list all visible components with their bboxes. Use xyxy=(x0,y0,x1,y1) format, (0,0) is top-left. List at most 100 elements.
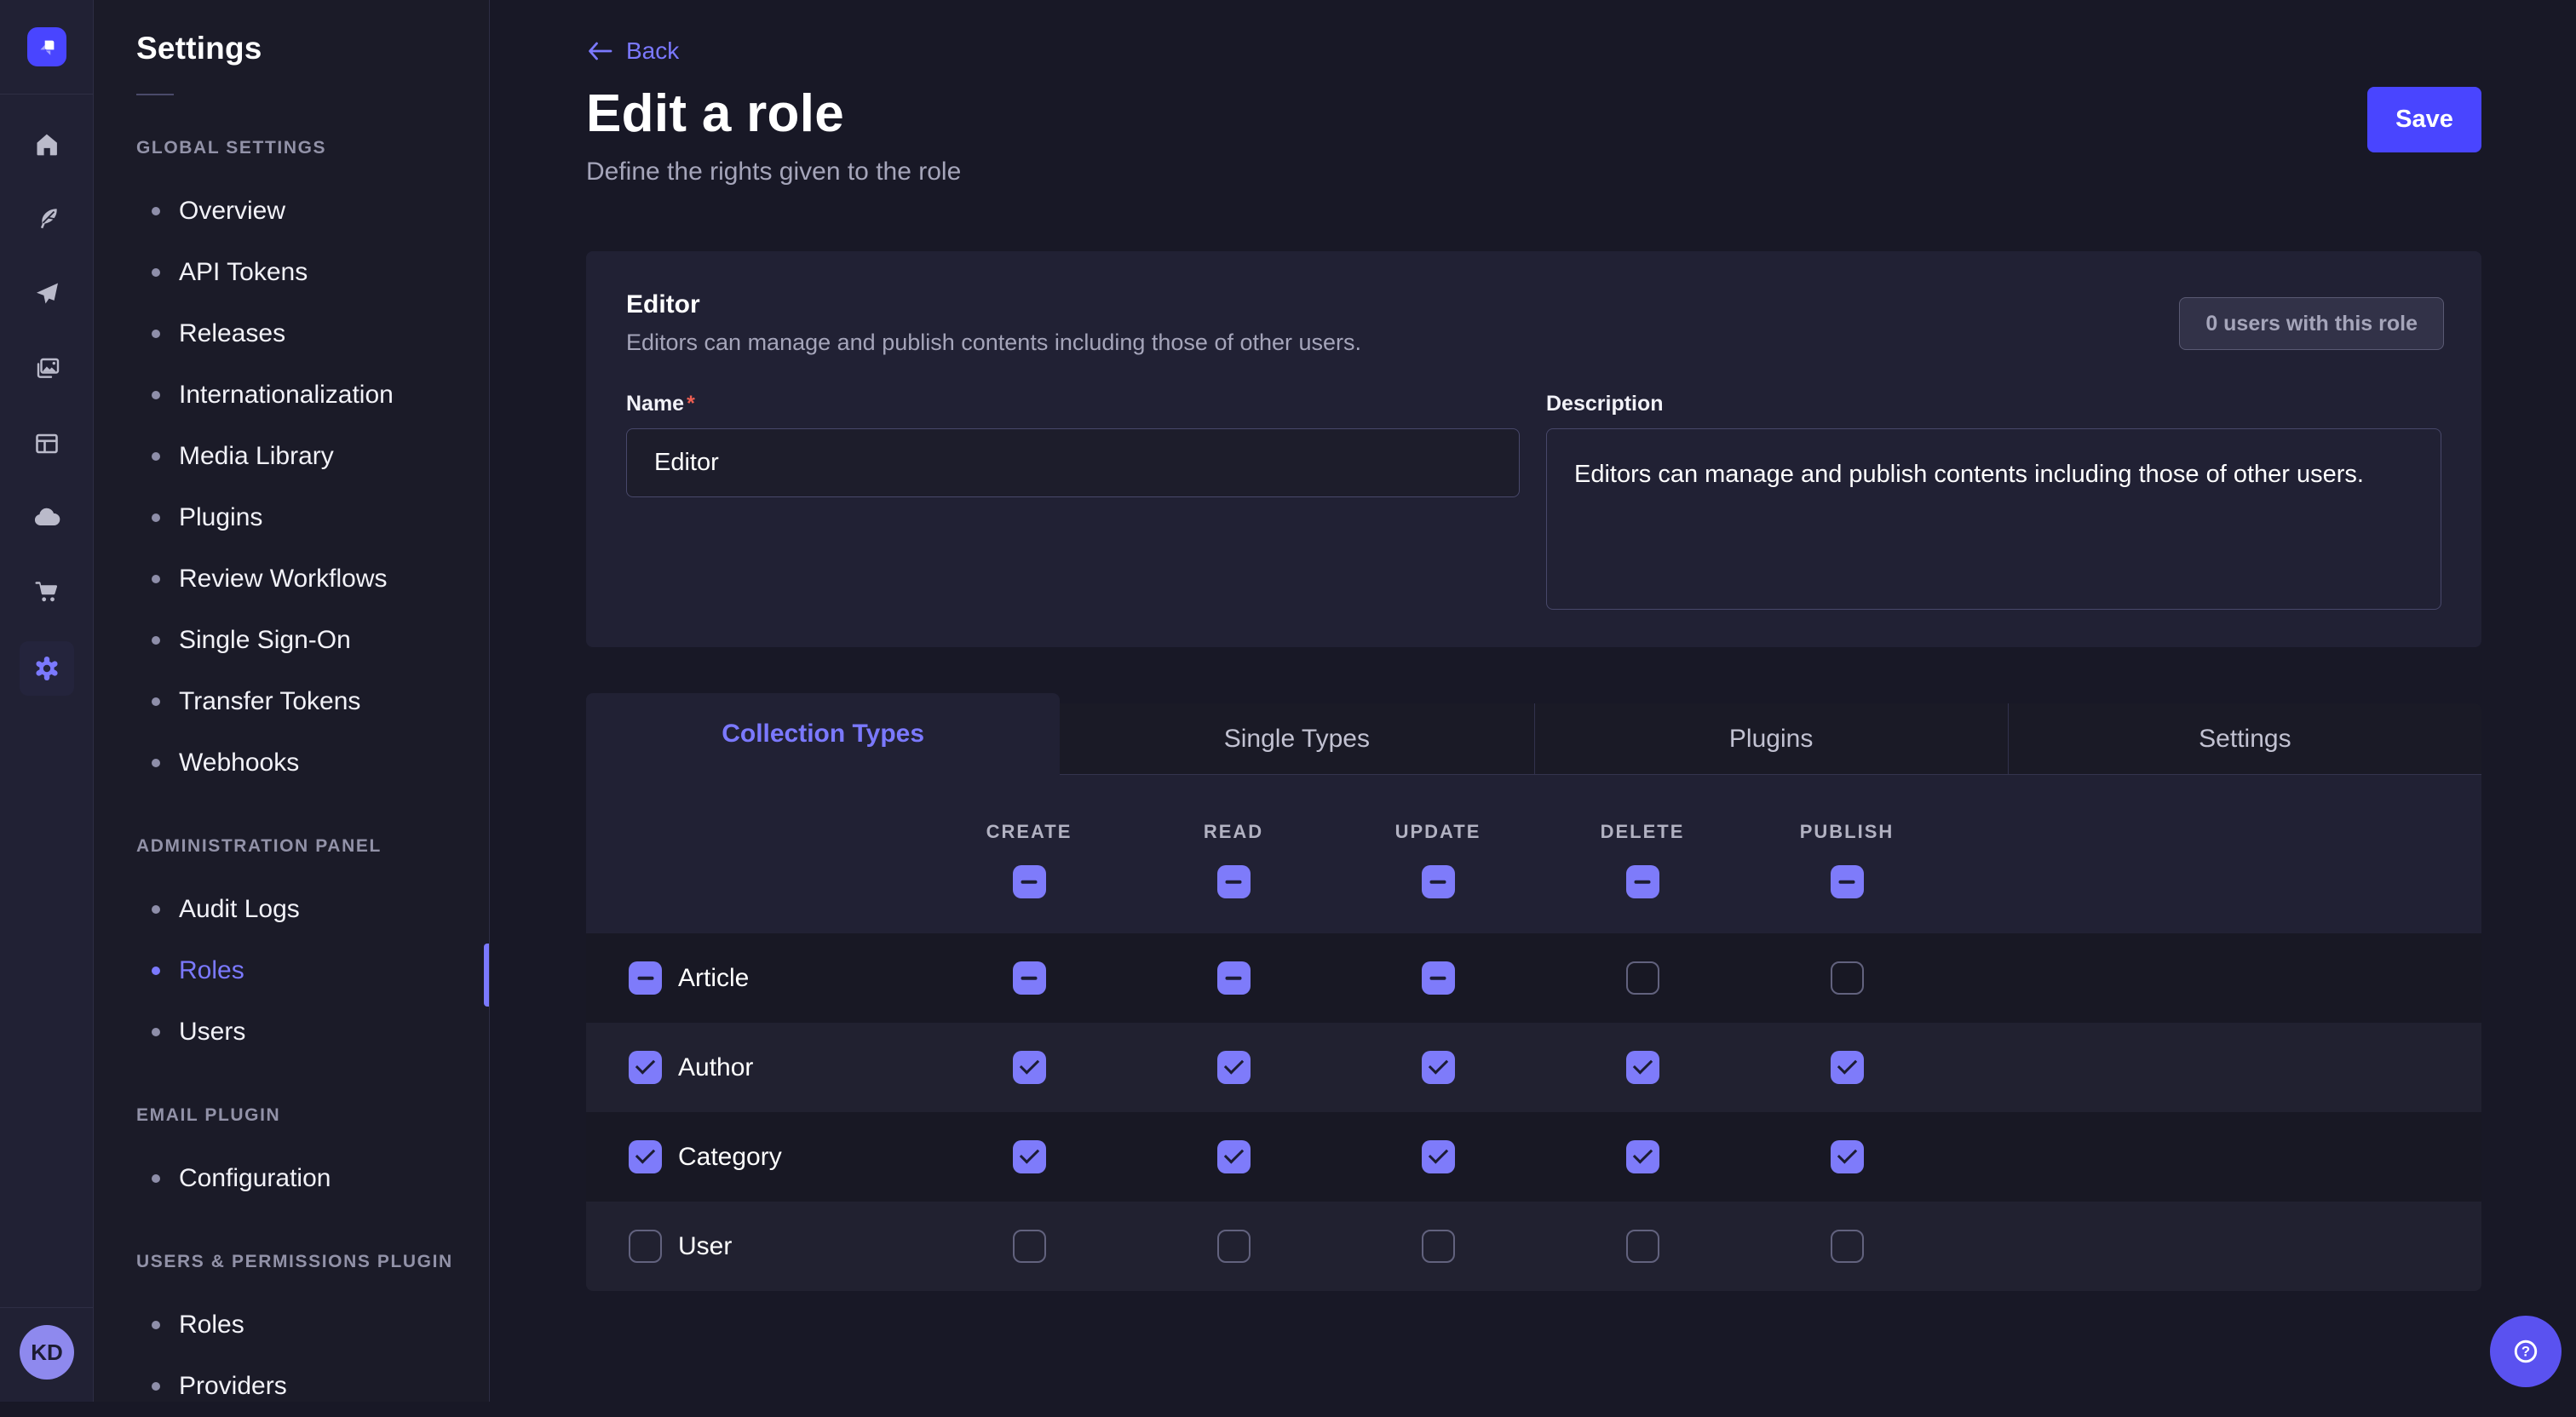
checkbox-user-publish[interactable] xyxy=(1831,1230,1864,1263)
active-item-indicator xyxy=(484,944,489,1007)
media-images-icon[interactable] xyxy=(20,341,74,396)
role-title: Editor xyxy=(626,290,1361,319)
checkbox-author-update[interactable] xyxy=(1422,1051,1455,1084)
checkbox-article-create[interactable] xyxy=(1013,961,1046,995)
checkbox-category-update[interactable] xyxy=(1422,1140,1455,1173)
row-label: Category xyxy=(678,1143,782,1172)
description-textarea[interactable]: Editors can manage and publish contents … xyxy=(1546,428,2441,610)
sidebar-item-roles-admin[interactable]: Roles xyxy=(136,940,489,1001)
sidebar-item-releases[interactable]: Releases xyxy=(136,303,489,364)
sidebar-item-media-library[interactable]: Media Library xyxy=(136,426,489,487)
sidebar-item-transfer-tokens[interactable]: Transfer Tokens xyxy=(136,671,489,732)
checkbox-author-create[interactable] xyxy=(1013,1051,1046,1084)
sidebar-item-webhooks[interactable]: Webhooks xyxy=(136,732,489,794)
sidebar-item-label: Releases xyxy=(179,319,285,348)
tab-settings[interactable]: Settings xyxy=(2008,703,2481,775)
table-row-article: Article xyxy=(586,933,2481,1023)
section-administration-panel: ADMINISTRATION PANEL xyxy=(136,836,489,857)
column-update: UPDATE xyxy=(1336,775,1540,933)
checkbox-article-delete[interactable] xyxy=(1626,961,1659,995)
checkbox-category-read[interactable] xyxy=(1217,1140,1251,1173)
row-label: User xyxy=(678,1232,732,1261)
cloud-icon[interactable] xyxy=(20,490,74,545)
sidebar-item-users[interactable]: Users xyxy=(136,1001,489,1063)
sidebar-item-api-tokens[interactable]: API Tokens xyxy=(136,242,489,303)
sidebar-item-label: Users xyxy=(179,1018,245,1047)
checkbox-all-create[interactable] xyxy=(1013,865,1046,898)
content-feather-icon[interactable] xyxy=(20,192,74,246)
rail-divider xyxy=(0,94,94,95)
home-icon[interactable] xyxy=(20,118,74,172)
name-label: Name* xyxy=(626,392,1520,416)
bullet-icon xyxy=(152,330,160,338)
sidebar-item-label: Internationalization xyxy=(179,381,394,410)
checkbox-all-delete[interactable] xyxy=(1626,865,1659,898)
checkbox-row-author[interactable] xyxy=(629,1051,662,1084)
row-label: Article xyxy=(678,964,749,993)
checkbox-article-update[interactable] xyxy=(1422,961,1455,995)
checkbox-article-read[interactable] xyxy=(1217,961,1251,995)
checkbox-row-category[interactable] xyxy=(629,1140,662,1173)
checkbox-article-publish[interactable] xyxy=(1831,961,1864,995)
checkbox-category-publish[interactable] xyxy=(1831,1140,1864,1173)
bullet-icon xyxy=(152,268,160,277)
checkbox-user-create[interactable] xyxy=(1013,1230,1046,1263)
bullet-icon xyxy=(152,1321,160,1329)
save-button[interactable]: Save xyxy=(2367,87,2481,152)
bullet-icon xyxy=(152,1382,160,1391)
checkbox-all-update[interactable] xyxy=(1422,865,1455,898)
sidebar-item-configuration[interactable]: Configuration xyxy=(136,1148,489,1209)
sidebar-item-internationalization[interactable]: Internationalization xyxy=(136,364,489,426)
checkbox-category-create[interactable] xyxy=(1013,1140,1046,1173)
back-link[interactable]: Back xyxy=(586,37,679,65)
marketplace-cart-icon[interactable] xyxy=(20,565,74,620)
checkbox-user-update[interactable] xyxy=(1422,1230,1455,1263)
question-mark-icon: ? xyxy=(2510,1335,2542,1368)
checkbox-author-read[interactable] xyxy=(1217,1051,1251,1084)
settings-gear-icon[interactable] xyxy=(20,641,74,696)
sidebar-item-audit-logs[interactable]: Audit Logs xyxy=(136,879,489,940)
sidebar-item-label: Providers xyxy=(179,1372,287,1401)
name-input[interactable] xyxy=(626,428,1520,497)
sidebar-item-label: Roles xyxy=(179,956,244,985)
row-label: Author xyxy=(678,1053,753,1082)
sidebar-title-rule xyxy=(136,94,174,95)
checkbox-author-publish[interactable] xyxy=(1831,1051,1864,1084)
sidebar-item-label: Webhooks xyxy=(179,749,299,777)
checkbox-all-read[interactable] xyxy=(1217,865,1251,898)
sidebar-item-label: Transfer Tokens xyxy=(179,687,360,716)
user-avatar[interactable]: KD xyxy=(20,1325,74,1380)
checkbox-user-delete[interactable] xyxy=(1626,1230,1659,1263)
permissions-card: Collection Types Single Types Plugins Se… xyxy=(586,693,2481,1291)
sidebar-item-label: API Tokens xyxy=(179,258,308,287)
svg-text:?: ? xyxy=(2521,1344,2530,1360)
checkbox-author-delete[interactable] xyxy=(1626,1051,1659,1084)
sidebar-item-review-workflows[interactable]: Review Workflows xyxy=(136,548,489,610)
checkbox-category-delete[interactable] xyxy=(1626,1140,1659,1173)
sidebar-item-single-sign-on[interactable]: Single Sign-On xyxy=(136,610,489,671)
section-email-plugin: EMAIL PLUGIN xyxy=(136,1105,489,1126)
sidebar-item-roles-up[interactable]: Roles xyxy=(136,1294,489,1356)
strapi-logo[interactable] xyxy=(27,27,66,66)
sidebar-item-plugins[interactable]: Plugins xyxy=(136,487,489,548)
sidebar-item-label: Media Library xyxy=(179,442,334,471)
required-asterisk: * xyxy=(687,392,695,416)
tab-collection-types[interactable]: Collection Types xyxy=(586,693,1060,775)
checkbox-row-article[interactable] xyxy=(629,961,662,995)
checkbox-user-read[interactable] xyxy=(1217,1230,1251,1263)
paper-plane-icon[interactable] xyxy=(20,267,74,321)
sidebar-item-label: Overview xyxy=(179,197,285,226)
tab-single-types[interactable]: Single Types xyxy=(1060,703,1533,775)
role-details-card: Editor Editors can manage and publish co… xyxy=(586,251,2481,647)
sidebar-item-label: Roles xyxy=(179,1311,244,1340)
sidebar-item-overview[interactable]: Overview xyxy=(136,181,489,242)
sidebar-item-providers[interactable]: Providers xyxy=(136,1356,489,1417)
layout-panel-icon[interactable] xyxy=(20,416,74,471)
tab-plugins[interactable]: Plugins xyxy=(1534,703,2008,775)
bullet-icon xyxy=(152,759,160,767)
role-heading: Editor Editors can manage and publish co… xyxy=(626,290,1361,356)
help-button[interactable]: ? xyxy=(2490,1316,2562,1387)
checkbox-row-user[interactable] xyxy=(629,1230,662,1263)
checkbox-all-publish[interactable] xyxy=(1831,865,1864,898)
main-content: Back Edit a role Define the rights given… xyxy=(491,0,2576,1402)
